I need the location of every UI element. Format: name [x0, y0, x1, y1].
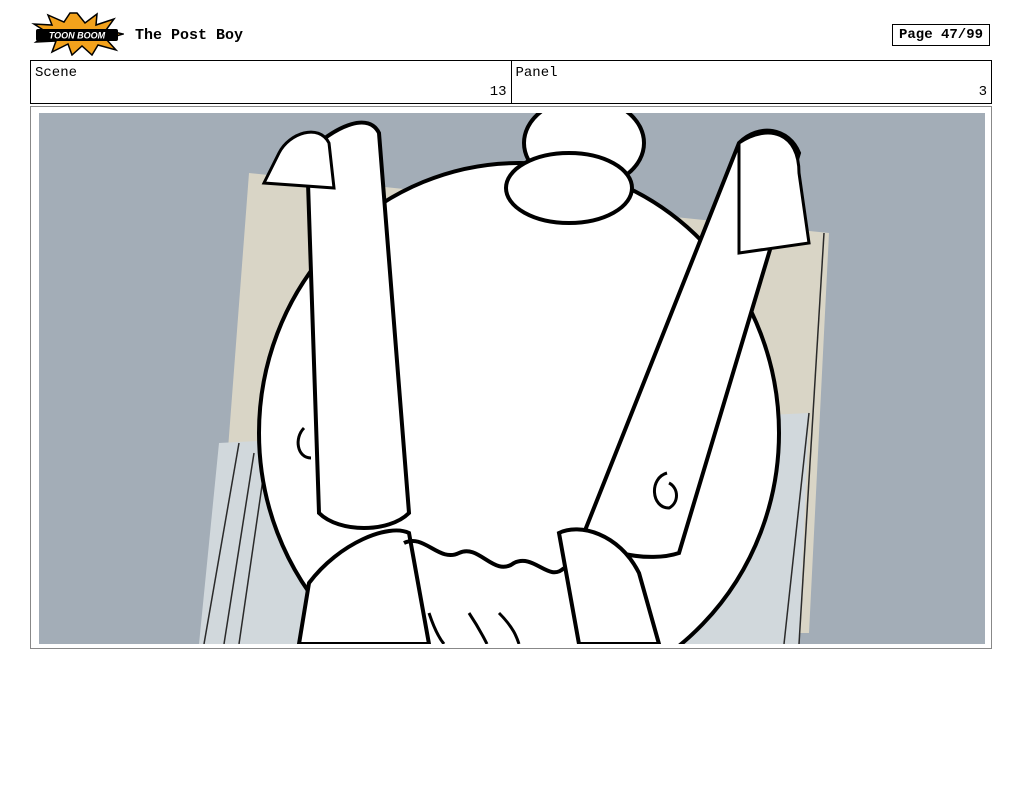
storyboard-drawing	[39, 113, 985, 644]
panel-label: Panel	[515, 65, 558, 81]
page-number: Page 47/99	[892, 24, 990, 46]
toon-boom-logo: TOON BOOM	[31, 12, 124, 56]
document-title: The Post Boy	[135, 27, 244, 44]
storyboard-panel	[30, 106, 992, 649]
panel-value: 3	[978, 84, 987, 100]
panel-cell: Panel 3	[510, 61, 992, 103]
scene-label: Scene	[35, 65, 78, 81]
svg-text:TOON BOOM: TOON BOOM	[49, 31, 106, 41]
scene-cell: Scene 13	[31, 61, 511, 103]
scene-panel-info: Scene 13 Panel 3	[30, 60, 992, 104]
scene-value: 13	[489, 84, 507, 100]
